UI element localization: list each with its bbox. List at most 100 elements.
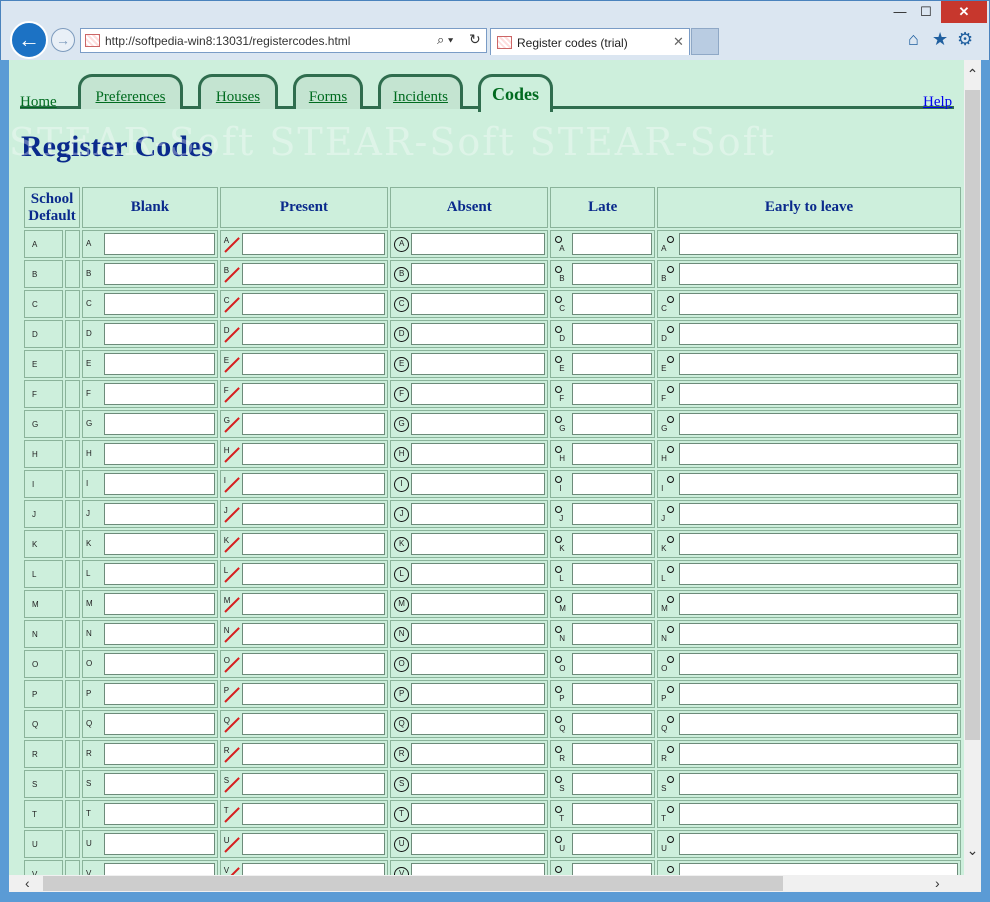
tab-codes[interactable]: Codes: [478, 74, 553, 112]
late-code-input[interactable]: [572, 473, 653, 495]
absent-code-input[interactable]: [411, 833, 546, 855]
present-code-input[interactable]: [241, 533, 386, 555]
late-code-input[interactable]: [572, 773, 653, 795]
present-code-input[interactable]: [241, 593, 386, 615]
scroll-up-icon[interactable]: ⌃: [964, 66, 981, 83]
blank-code-input[interactable]: [104, 353, 215, 375]
present-code-input[interactable]: [241, 233, 386, 255]
absent-code-input[interactable]: [411, 533, 546, 555]
late-code-input[interactable]: [572, 263, 653, 285]
present-code-input[interactable]: [241, 263, 386, 285]
absent-code-input[interactable]: [411, 803, 546, 825]
late-code-input[interactable]: [572, 683, 653, 705]
late-code-input[interactable]: [572, 293, 653, 315]
gear-icon[interactable]: ⚙: [957, 29, 973, 50]
back-button[interactable]: ←: [10, 21, 48, 59]
present-code-input[interactable]: [241, 623, 386, 645]
late-code-input[interactable]: [572, 443, 653, 465]
present-code-input[interactable]: [241, 803, 386, 825]
late-code-input[interactable]: [572, 653, 653, 675]
late-code-input[interactable]: [572, 743, 653, 765]
late-code-input[interactable]: [572, 383, 653, 405]
absent-code-input[interactable]: [411, 743, 546, 765]
blank-code-input[interactable]: [104, 233, 215, 255]
present-code-input[interactable]: [241, 503, 386, 525]
absent-code-input[interactable]: [411, 593, 546, 615]
early-code-input[interactable]: [679, 773, 958, 795]
early-code-input[interactable]: [679, 653, 958, 675]
early-code-input[interactable]: [679, 413, 958, 435]
early-code-input[interactable]: [679, 353, 958, 375]
blank-code-input[interactable]: [104, 563, 215, 585]
early-code-input[interactable]: [679, 743, 958, 765]
early-code-input[interactable]: [679, 503, 958, 525]
horizontal-scroll-thumb[interactable]: [43, 876, 783, 891]
late-code-input[interactable]: [572, 803, 653, 825]
blank-code-input[interactable]: [104, 743, 215, 765]
early-code-input[interactable]: [679, 443, 958, 465]
present-code-input[interactable]: [241, 353, 386, 375]
absent-code-input[interactable]: [411, 863, 546, 875]
absent-code-input[interactable]: [411, 353, 546, 375]
early-code-input[interactable]: [679, 383, 958, 405]
present-code-input[interactable]: [241, 443, 386, 465]
late-code-input[interactable]: [572, 233, 653, 255]
blank-code-input[interactable]: [104, 803, 215, 825]
late-code-input[interactable]: [572, 413, 653, 435]
early-code-input[interactable]: [679, 593, 958, 615]
horizontal-scrollbar[interactable]: ‹ ›: [9, 875, 964, 892]
present-code-input[interactable]: [241, 323, 386, 345]
absent-code-input[interactable]: [411, 323, 546, 345]
address-bar[interactable]: http://softpedia-win8:13031/registercode…: [80, 28, 487, 53]
absent-code-input[interactable]: [411, 473, 546, 495]
early-code-input[interactable]: [679, 563, 958, 585]
absent-code-input[interactable]: [411, 233, 546, 255]
present-code-input[interactable]: [241, 713, 386, 735]
blank-code-input[interactable]: [104, 833, 215, 855]
late-code-input[interactable]: [572, 323, 653, 345]
home-icon[interactable]: ⌂: [908, 29, 919, 50]
blank-code-input[interactable]: [104, 713, 215, 735]
scroll-left-icon[interactable]: ‹: [25, 875, 30, 891]
present-code-input[interactable]: [241, 383, 386, 405]
absent-code-input[interactable]: [411, 293, 546, 315]
absent-code-input[interactable]: [411, 263, 546, 285]
present-code-input[interactable]: [241, 773, 386, 795]
maximize-button[interactable]: ☐: [911, 1, 941, 23]
absent-code-input[interactable]: [411, 443, 546, 465]
early-code-input[interactable]: [679, 833, 958, 855]
blank-code-input[interactable]: [104, 443, 215, 465]
present-code-input[interactable]: [241, 863, 386, 875]
late-code-input[interactable]: [572, 533, 653, 555]
early-code-input[interactable]: [679, 713, 958, 735]
early-code-input[interactable]: [679, 863, 958, 875]
early-code-input[interactable]: [679, 803, 958, 825]
present-code-input[interactable]: [241, 413, 386, 435]
present-code-input[interactable]: [241, 833, 386, 855]
late-code-input[interactable]: [572, 623, 653, 645]
blank-code-input[interactable]: [104, 593, 215, 615]
url-text[interactable]: http://softpedia-win8:13031/registercode…: [105, 34, 350, 48]
absent-code-input[interactable]: [411, 773, 546, 795]
blank-code-input[interactable]: [104, 653, 215, 675]
blank-code-input[interactable]: [104, 623, 215, 645]
present-code-input[interactable]: [241, 293, 386, 315]
late-code-input[interactable]: [572, 863, 653, 875]
late-code-input[interactable]: [572, 503, 653, 525]
absent-code-input[interactable]: [411, 503, 546, 525]
scroll-right-icon[interactable]: ›: [935, 875, 940, 891]
nav-home-link[interactable]: Home: [20, 94, 57, 111]
early-code-input[interactable]: [679, 293, 958, 315]
blank-code-input[interactable]: [104, 263, 215, 285]
tab-houses[interactable]: Houses: [198, 74, 278, 109]
favorites-star-icon[interactable]: ★: [932, 29, 948, 50]
early-code-input[interactable]: [679, 323, 958, 345]
early-code-input[interactable]: [679, 623, 958, 645]
search-dropdown-icon[interactable]: ⌕ ▾: [437, 32, 453, 48]
late-code-input[interactable]: [572, 593, 653, 615]
late-code-input[interactable]: [572, 713, 653, 735]
absent-code-input[interactable]: [411, 653, 546, 675]
forward-button[interactable]: →: [51, 28, 75, 52]
present-code-input[interactable]: [241, 473, 386, 495]
blank-code-input[interactable]: [104, 863, 215, 875]
